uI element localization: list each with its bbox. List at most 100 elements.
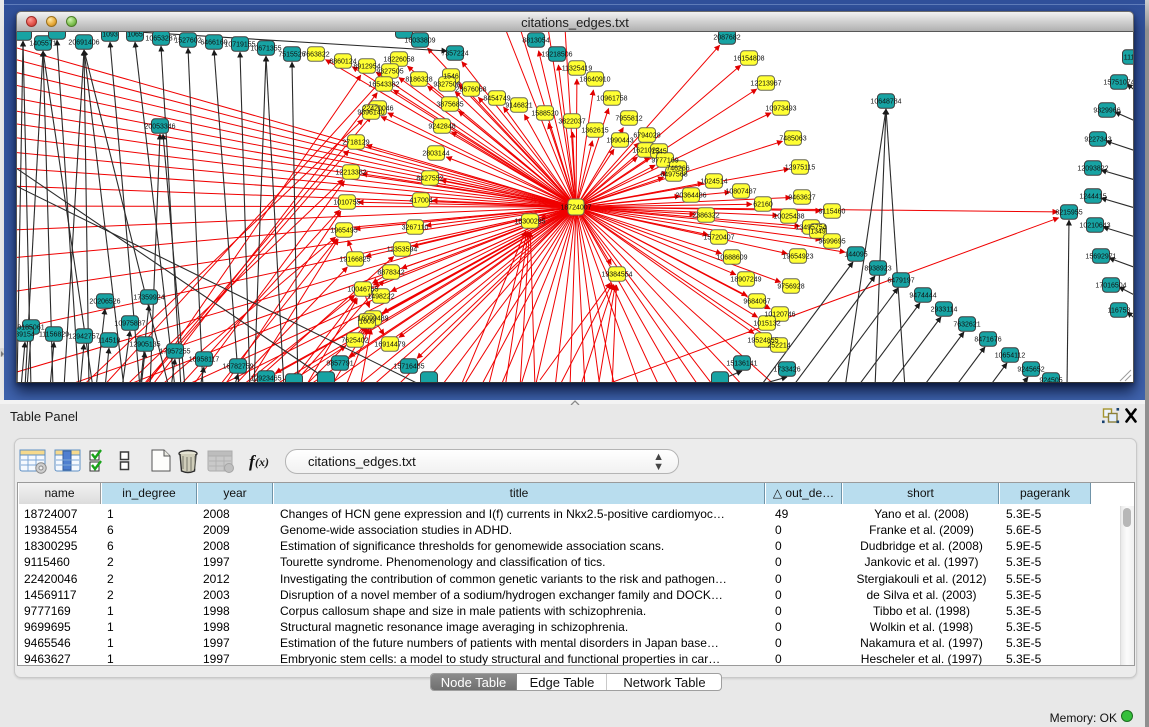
svg-text:1362615: 1362615 xyxy=(581,128,608,135)
svg-text:(x): (x) xyxy=(255,455,269,469)
svg-text:1527602: 1527602 xyxy=(174,38,201,45)
svg-text:6794028: 6794028 xyxy=(633,133,660,140)
svg-text:3267110: 3267110 xyxy=(402,225,429,232)
svg-text:10975887: 10975887 xyxy=(114,321,145,328)
svg-text:12942757: 12942757 xyxy=(68,334,99,341)
svg-text:1065: 1065 xyxy=(127,32,143,39)
svg-text:10025438: 10025438 xyxy=(773,214,804,221)
svg-text:7485063: 7485063 xyxy=(779,136,806,143)
svg-text:9329966: 9329966 xyxy=(1093,108,1120,115)
svg-text:19384554: 19384554 xyxy=(601,272,632,279)
svg-text:9896140: 9896140 xyxy=(357,110,384,117)
svg-text:9245652: 9245652 xyxy=(1017,367,1044,374)
svg-text:6497568: 6497568 xyxy=(660,172,687,179)
svg-text:9777169: 9777169 xyxy=(651,158,678,165)
svg-text:7955812: 7955812 xyxy=(615,116,642,123)
svg-text:10653287: 10653287 xyxy=(145,36,176,43)
svg-text:3875685: 3875685 xyxy=(436,102,463,109)
svg-text:10654112: 10654112 xyxy=(995,353,1026,360)
svg-text:12923465: 12923465 xyxy=(250,376,281,383)
svg-text:7632621: 7632621 xyxy=(953,322,980,329)
svg-text:12213967: 12213967 xyxy=(750,81,781,88)
svg-text:1498222: 1498222 xyxy=(367,294,394,301)
svg-text:15751074: 15751074 xyxy=(1103,80,1133,87)
svg-text:1405571: 1405571 xyxy=(29,41,56,48)
svg-text:10210643: 10210643 xyxy=(1079,223,1110,230)
svg-text:10120746: 10120746 xyxy=(764,312,795,319)
svg-text:8215955: 8215955 xyxy=(1055,210,1082,217)
svg-text:9857791: 9857791 xyxy=(326,361,353,368)
svg-text:1546: 1546 xyxy=(443,74,459,81)
svg-text:1015132: 1015132 xyxy=(753,321,780,328)
svg-text:20364486: 20364486 xyxy=(675,193,706,200)
svg-text:10648784: 10648784 xyxy=(870,99,901,106)
svg-text:9756928: 9756928 xyxy=(777,284,804,291)
svg-text:252214: 252214 xyxy=(767,343,790,350)
svg-text:1349: 1349 xyxy=(810,229,826,236)
svg-text:12093822: 12093822 xyxy=(1077,166,1108,173)
svg-text:8471676: 8471676 xyxy=(974,337,1001,344)
svg-text:1733426: 1733426 xyxy=(773,367,800,374)
svg-text:17016504: 17016504 xyxy=(1095,283,1126,290)
svg-text:12975115: 12975115 xyxy=(785,165,816,172)
svg-text:2718129: 2718129 xyxy=(342,140,369,147)
svg-text:9227343: 9227343 xyxy=(1084,137,1111,144)
svg-text:114519: 114519 xyxy=(98,338,121,345)
svg-text:7663822: 7663822 xyxy=(302,52,329,59)
svg-text:9185061: 9185061 xyxy=(17,325,44,332)
svg-text:11353594: 11353594 xyxy=(387,247,418,254)
svg-text:18907249: 18907249 xyxy=(730,277,761,284)
svg-text:10046755: 10046755 xyxy=(347,287,378,294)
svg-text:15692971: 15692971 xyxy=(1085,254,1116,261)
svg-text:1588520: 1588520 xyxy=(531,111,558,118)
svg-text:10688609: 10688609 xyxy=(716,255,747,262)
svg-text:9474444: 9474444 xyxy=(909,293,936,300)
svg-text:16154808: 16154808 xyxy=(733,56,764,63)
svg-text:8813054: 8813054 xyxy=(522,38,549,45)
svg-text:9146821: 9146821 xyxy=(505,103,532,110)
svg-text:8454749: 8454749 xyxy=(483,96,510,103)
svg-text:10671355: 10671355 xyxy=(250,46,281,53)
svg-text:10973493: 10973493 xyxy=(765,106,796,113)
svg-text:18300295: 18300295 xyxy=(514,219,545,226)
svg-text:3822037: 3822037 xyxy=(558,119,585,126)
svg-text:19218506: 19218506 xyxy=(541,52,572,59)
svg-text:7625402: 7625402 xyxy=(341,338,368,345)
svg-text:11325419: 11325419 xyxy=(562,66,593,73)
svg-text:2803144: 2803144 xyxy=(422,151,449,158)
svg-text:10961758: 10961758 xyxy=(596,96,627,103)
svg-text:15716485: 15716485 xyxy=(393,364,424,371)
svg-text:1112: 1112 xyxy=(1124,55,1133,62)
svg-text:1244415: 1244415 xyxy=(1079,194,1106,201)
svg-text:20691406: 20691406 xyxy=(68,40,99,47)
svg-text:8427552: 8427552 xyxy=(416,176,443,183)
svg-text:10958117: 10958117 xyxy=(189,357,220,364)
svg-text:16914479: 16914479 xyxy=(374,342,405,349)
svg-text:12905135: 12905135 xyxy=(129,342,160,349)
svg-text:7357224: 7357224 xyxy=(441,51,468,58)
svg-text:1609: 1609 xyxy=(359,319,375,326)
svg-text:20206526: 20206526 xyxy=(89,299,120,306)
svg-text:16782759: 16782759 xyxy=(222,364,253,371)
svg-text:1093: 1093 xyxy=(102,32,118,39)
svg-text:23676068: 23676068 xyxy=(455,87,486,94)
svg-text:16033809: 16033809 xyxy=(404,38,435,45)
svg-text:2933114: 2933114 xyxy=(931,307,958,314)
svg-text:1990443: 1990443 xyxy=(606,138,633,145)
svg-text:1024514: 1024514 xyxy=(700,179,727,186)
svg-text:9115460: 9115460 xyxy=(819,209,846,216)
svg-text:62160: 62160 xyxy=(753,202,773,209)
svg-text:9327505: 9327505 xyxy=(376,69,403,76)
svg-text:9242848: 9242848 xyxy=(428,124,455,131)
svg-text:1965495: 1965495 xyxy=(330,228,357,235)
svg-text:20053346: 20053346 xyxy=(144,124,175,131)
svg-text:19166825: 19166825 xyxy=(339,257,370,264)
svg-text:19654923: 19654923 xyxy=(782,254,813,261)
svg-text:39154: 39154 xyxy=(17,332,35,339)
svg-text:8938923: 8938923 xyxy=(864,266,891,273)
svg-text:18724007: 18724007 xyxy=(560,205,591,212)
svg-text:2087682: 2087682 xyxy=(713,35,740,42)
svg-text:924505: 924505 xyxy=(1039,378,1062,384)
svg-text:10807487: 10807487 xyxy=(725,189,756,196)
svg-text:417004: 417004 xyxy=(409,198,432,205)
